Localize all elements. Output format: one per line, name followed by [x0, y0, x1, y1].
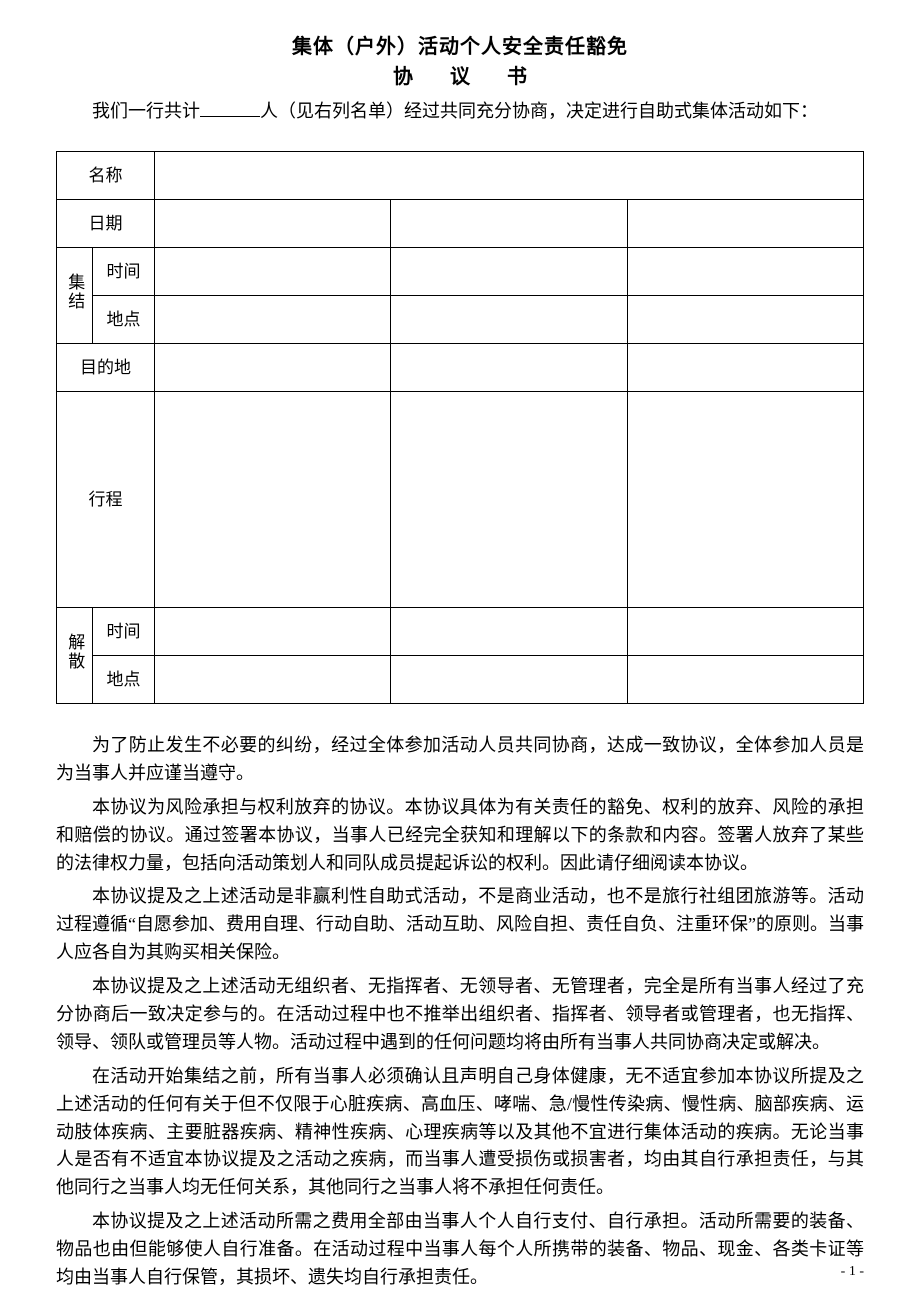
table-row: 解散 时间: [57, 608, 864, 656]
activity-table: 名称 日期 集结 时间 地点 目的地 行程: [56, 151, 864, 704]
paragraph-1: 为了防止发生不必要的纠纷，经过全体参加活动人员共同协商，达成一致协议，全体参加人…: [56, 732, 864, 788]
table-row: 集结 时间: [57, 248, 864, 296]
cell-date-2[interactable]: [391, 200, 627, 248]
cell-disband-place-3[interactable]: [627, 656, 863, 704]
table-row: 日期: [57, 200, 864, 248]
cell-assemble-time-2[interactable]: [391, 248, 627, 296]
paragraph-4: 本协议提及之上述活动无组织者、无指挥者、无领导者、无管理者，完全是所有当事人经过…: [56, 973, 864, 1057]
paragraph-3: 本协议提及之上述活动是非赢利性自助式活动，不是商业活动，也不是旅行社组团旅游等。…: [56, 883, 864, 967]
cell-assemble-place-3[interactable]: [627, 296, 863, 344]
cell-name[interactable]: [155, 152, 864, 200]
cell-destination-1[interactable]: [155, 344, 391, 392]
paragraph-5: 在活动开始集结之前，所有当事人必须确认且声明自己身体健康，无不适宜参加本协议所提…: [56, 1063, 864, 1202]
cell-date-3[interactable]: [627, 200, 863, 248]
title-line-1: 集体（户外）活动个人安全责任豁免: [56, 32, 864, 62]
label-destination: 目的地: [57, 344, 155, 392]
paragraph-6: 本协议提及之上述活动所需之费用全部由当事人个人自行支付、自行承担。活动所需要的装…: [56, 1208, 864, 1292]
label-date: 日期: [57, 200, 155, 248]
title-block: 集体（户外）活动个人安全责任豁免 协 议 书: [56, 32, 864, 92]
cell-disband-time-3[interactable]: [627, 608, 863, 656]
title-line-2: 协 议 书: [56, 62, 864, 92]
cell-destination-2[interactable]: [391, 344, 627, 392]
intro-suffix: 人（见右列名单）经过共同充分协商，决定进行自助式集体活动如下：: [260, 101, 818, 121]
page-number: - 1 -: [841, 1261, 864, 1282]
cell-date-1[interactable]: [155, 200, 391, 248]
cell-itinerary-2[interactable]: [391, 392, 627, 608]
cell-assemble-place-2[interactable]: [391, 296, 627, 344]
table-row: 目的地: [57, 344, 864, 392]
cell-disband-time-2[interactable]: [391, 608, 627, 656]
label-disband-place: 地点: [93, 656, 155, 704]
label-disband: 解散: [57, 608, 93, 704]
cell-disband-time-1[interactable]: [155, 608, 391, 656]
table-row: 地点: [57, 656, 864, 704]
cell-itinerary-3[interactable]: [627, 392, 863, 608]
cell-disband-place-2[interactable]: [391, 656, 627, 704]
label-disband-time: 时间: [93, 608, 155, 656]
table-row: 名称: [57, 152, 864, 200]
label-assemble: 集结: [57, 248, 93, 344]
cell-assemble-time-1[interactable]: [155, 248, 391, 296]
cell-assemble-time-3[interactable]: [627, 248, 863, 296]
paragraph-2: 本协议为风险承担与权利放弃的协议。本协议具体为有关责任的豁免、权利的放弃、风险的…: [56, 794, 864, 878]
label-assemble-place: 地点: [93, 296, 155, 344]
intro-paragraph: 我们一行共计 人（见右列名单）经过共同充分协商，决定进行自助式集体活动如下：: [56, 98, 864, 125]
intro-prefix: 我们一行共计: [92, 101, 200, 121]
cell-itinerary-1[interactable]: [155, 392, 391, 608]
cell-assemble-place-1[interactable]: [155, 296, 391, 344]
table-row: 地点: [57, 296, 864, 344]
cell-destination-3[interactable]: [627, 344, 863, 392]
label-itinerary: 行程: [57, 392, 155, 608]
intro-blank[interactable]: [200, 99, 260, 117]
cell-disband-place-1[interactable]: [155, 656, 391, 704]
table-row: 行程: [57, 392, 864, 608]
label-name: 名称: [57, 152, 155, 200]
label-assemble-time: 时间: [93, 248, 155, 296]
